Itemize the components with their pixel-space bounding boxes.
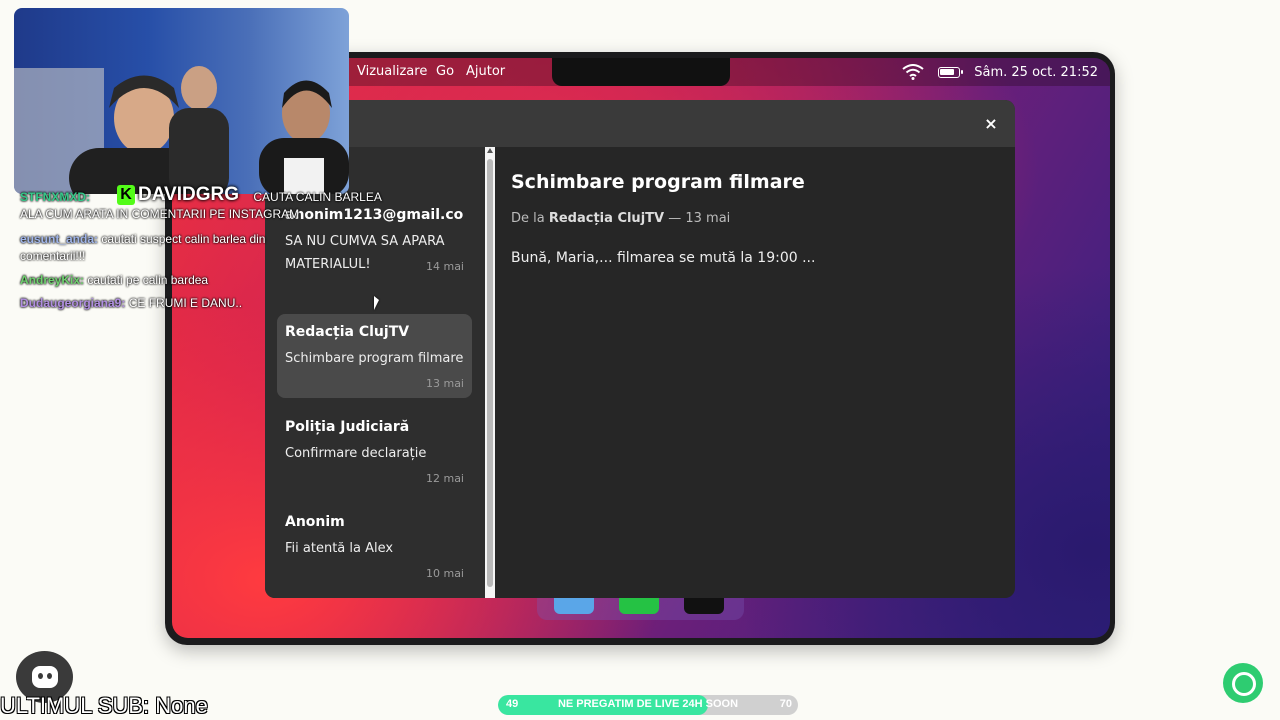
- webcam-people-image: [14, 66, 349, 194]
- detail-date-sep: —: [668, 211, 682, 226]
- menu-clock[interactable]: Sâm. 25 oct. 21:52: [974, 65, 1098, 80]
- chat-message: STFNXMXD: CAUTA CALIN BARLEA: [20, 190, 382, 204]
- mail-sender: anonim1213@gmail.com: [285, 207, 464, 223]
- mail-subject: Fii atentă la Alex: [285, 541, 394, 556]
- chat-user: eusunt_anda:: [20, 232, 99, 246]
- status-area: Sâm. 25 oct. 21:52: [902, 64, 1098, 80]
- mail-date: 13 mai: [425, 377, 464, 390]
- chat-user: Dudaugeorgiana9:: [20, 296, 126, 310]
- mail-sender: Poliția Judiciară: [285, 419, 410, 435]
- goal-end-value: 70: [779, 698, 792, 710]
- mouse-cursor-icon: [374, 296, 379, 310]
- chat-text: CE FRUMI E DANU..: [128, 296, 243, 310]
- discord-logo: [32, 666, 58, 688]
- mail-date: 14 mai: [425, 260, 464, 273]
- mail-sender: Redacția ClujTV: [285, 324, 410, 340]
- chat-text: ALA CUM ARATA IN COMENTARII PE INSTAGRAM: [20, 207, 300, 221]
- mail-title-bar: ×: [265, 100, 1015, 147]
- close-button[interactable]: ×: [981, 114, 1001, 134]
- mail-list-item[interactable]: anonim1213@gmail.com SA NU CUMVA SA APAR…: [277, 197, 472, 281]
- mail-detail: Schimbare program filmare De la Redacția…: [511, 147, 1015, 598]
- chat-text: cautati suspect calin barlea din: [101, 232, 266, 246]
- chat-user: AndreyKix:: [20, 273, 85, 287]
- menu-view[interactable]: Vizualizare: [357, 64, 427, 79]
- detail-body: Bună, Maria,... filmarea se mută la 19:0…: [511, 250, 816, 266]
- mail-list-item[interactable]: Poliția Judiciară Confirmare declarație …: [277, 409, 472, 493]
- chat-user: STFNXMXD:: [20, 190, 90, 204]
- mail-subject: Confirmare declarație: [285, 446, 427, 461]
- scroll-up-arrow-icon[interactable]: [487, 148, 493, 153]
- mail-date: 10 mai: [425, 567, 464, 580]
- chat-message: eusunt_anda: cautati suspect calin barle…: [20, 232, 265, 246]
- mail-list-scrollbar[interactable]: [485, 147, 495, 598]
- mail-window: × anonim1213@gmail.com SA NU CUMVA SA AP…: [265, 100, 1015, 598]
- goal-label: NE PREGATIM DE LIVE 24H SOON: [557, 698, 739, 710]
- detail-from: Redacția ClujTV: [548, 211, 665, 226]
- mail-subject: Schimbare program filmare: [285, 351, 464, 366]
- detail-from-prefix: De la: [511, 211, 545, 226]
- chat-text: CAUTA CALIN BARLEA: [253, 190, 382, 204]
- whatsapp-icon: [1223, 663, 1263, 703]
- detail-date: 13 mai: [685, 211, 731, 226]
- menu-help[interactable]: Ajutor: [466, 64, 505, 79]
- chat-message: Dudaugeorgiana9: CE FRUMI E DANU..: [20, 296, 242, 310]
- chat-message: comentarii!!!: [20, 249, 85, 263]
- mail-list-item-selected[interactable]: Redacția ClujTV Schimbare program filmar…: [277, 314, 472, 398]
- detail-meta: De la Redacția ClujTV — 13 mai: [511, 211, 730, 226]
- chat-text: comentarii!!!: [20, 249, 86, 263]
- chat-message: AndreyKix: cautati pe calin bardea: [20, 273, 208, 287]
- detail-subject: Schimbare program filmare: [511, 171, 805, 193]
- chat-message: ALA CUM ARATA IN COMENTARII PE INSTAGRAM: [20, 207, 299, 221]
- last-sub-label: ULTIMUL SUB: None: [0, 693, 208, 718]
- mail-date: 12 mai: [425, 472, 464, 485]
- webcam-feed: [14, 8, 349, 194]
- camera-notch: [552, 58, 730, 86]
- chat-text: cautati pe calin bardea: [87, 273, 209, 287]
- mail-sender: Anonim: [285, 514, 345, 530]
- menu-go[interactable]: Go: [436, 64, 454, 79]
- wifi-icon[interactable]: [902, 64, 924, 80]
- battery-icon[interactable]: [938, 66, 964, 78]
- goal-progress-bar: 49 NE PREGATIM DE LIVE 24H SOON 70: [498, 695, 798, 715]
- scroll-thumb[interactable]: [487, 159, 493, 587]
- mail-list-item[interactable]: Anonim Fii atentă la Alex 10 mai: [277, 504, 472, 588]
